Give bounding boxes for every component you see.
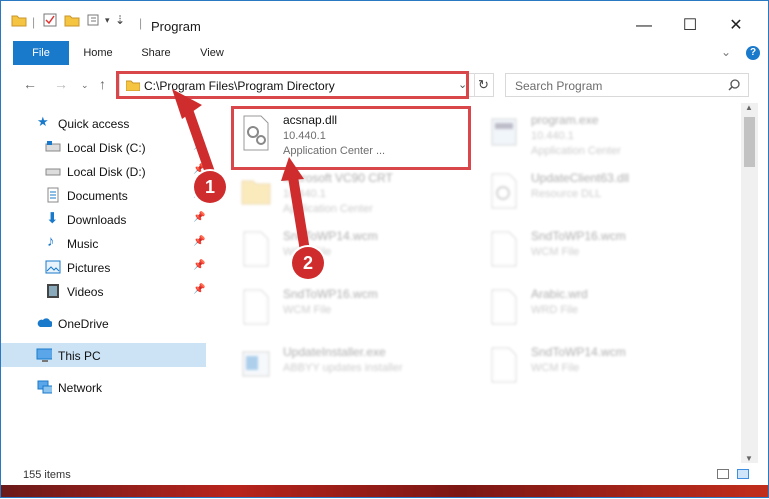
callout-arrows xyxy=(172,89,311,262)
callout-badge-1: 1 xyxy=(194,171,226,203)
explorer-window: | ▾ ⇣ | Program — ☐ ✕ File Home Share Vi… xyxy=(0,0,769,498)
arrow-head-1 xyxy=(172,89,202,119)
arrow-head-2 xyxy=(281,157,304,181)
callout-badge-2: 2 xyxy=(292,247,324,279)
